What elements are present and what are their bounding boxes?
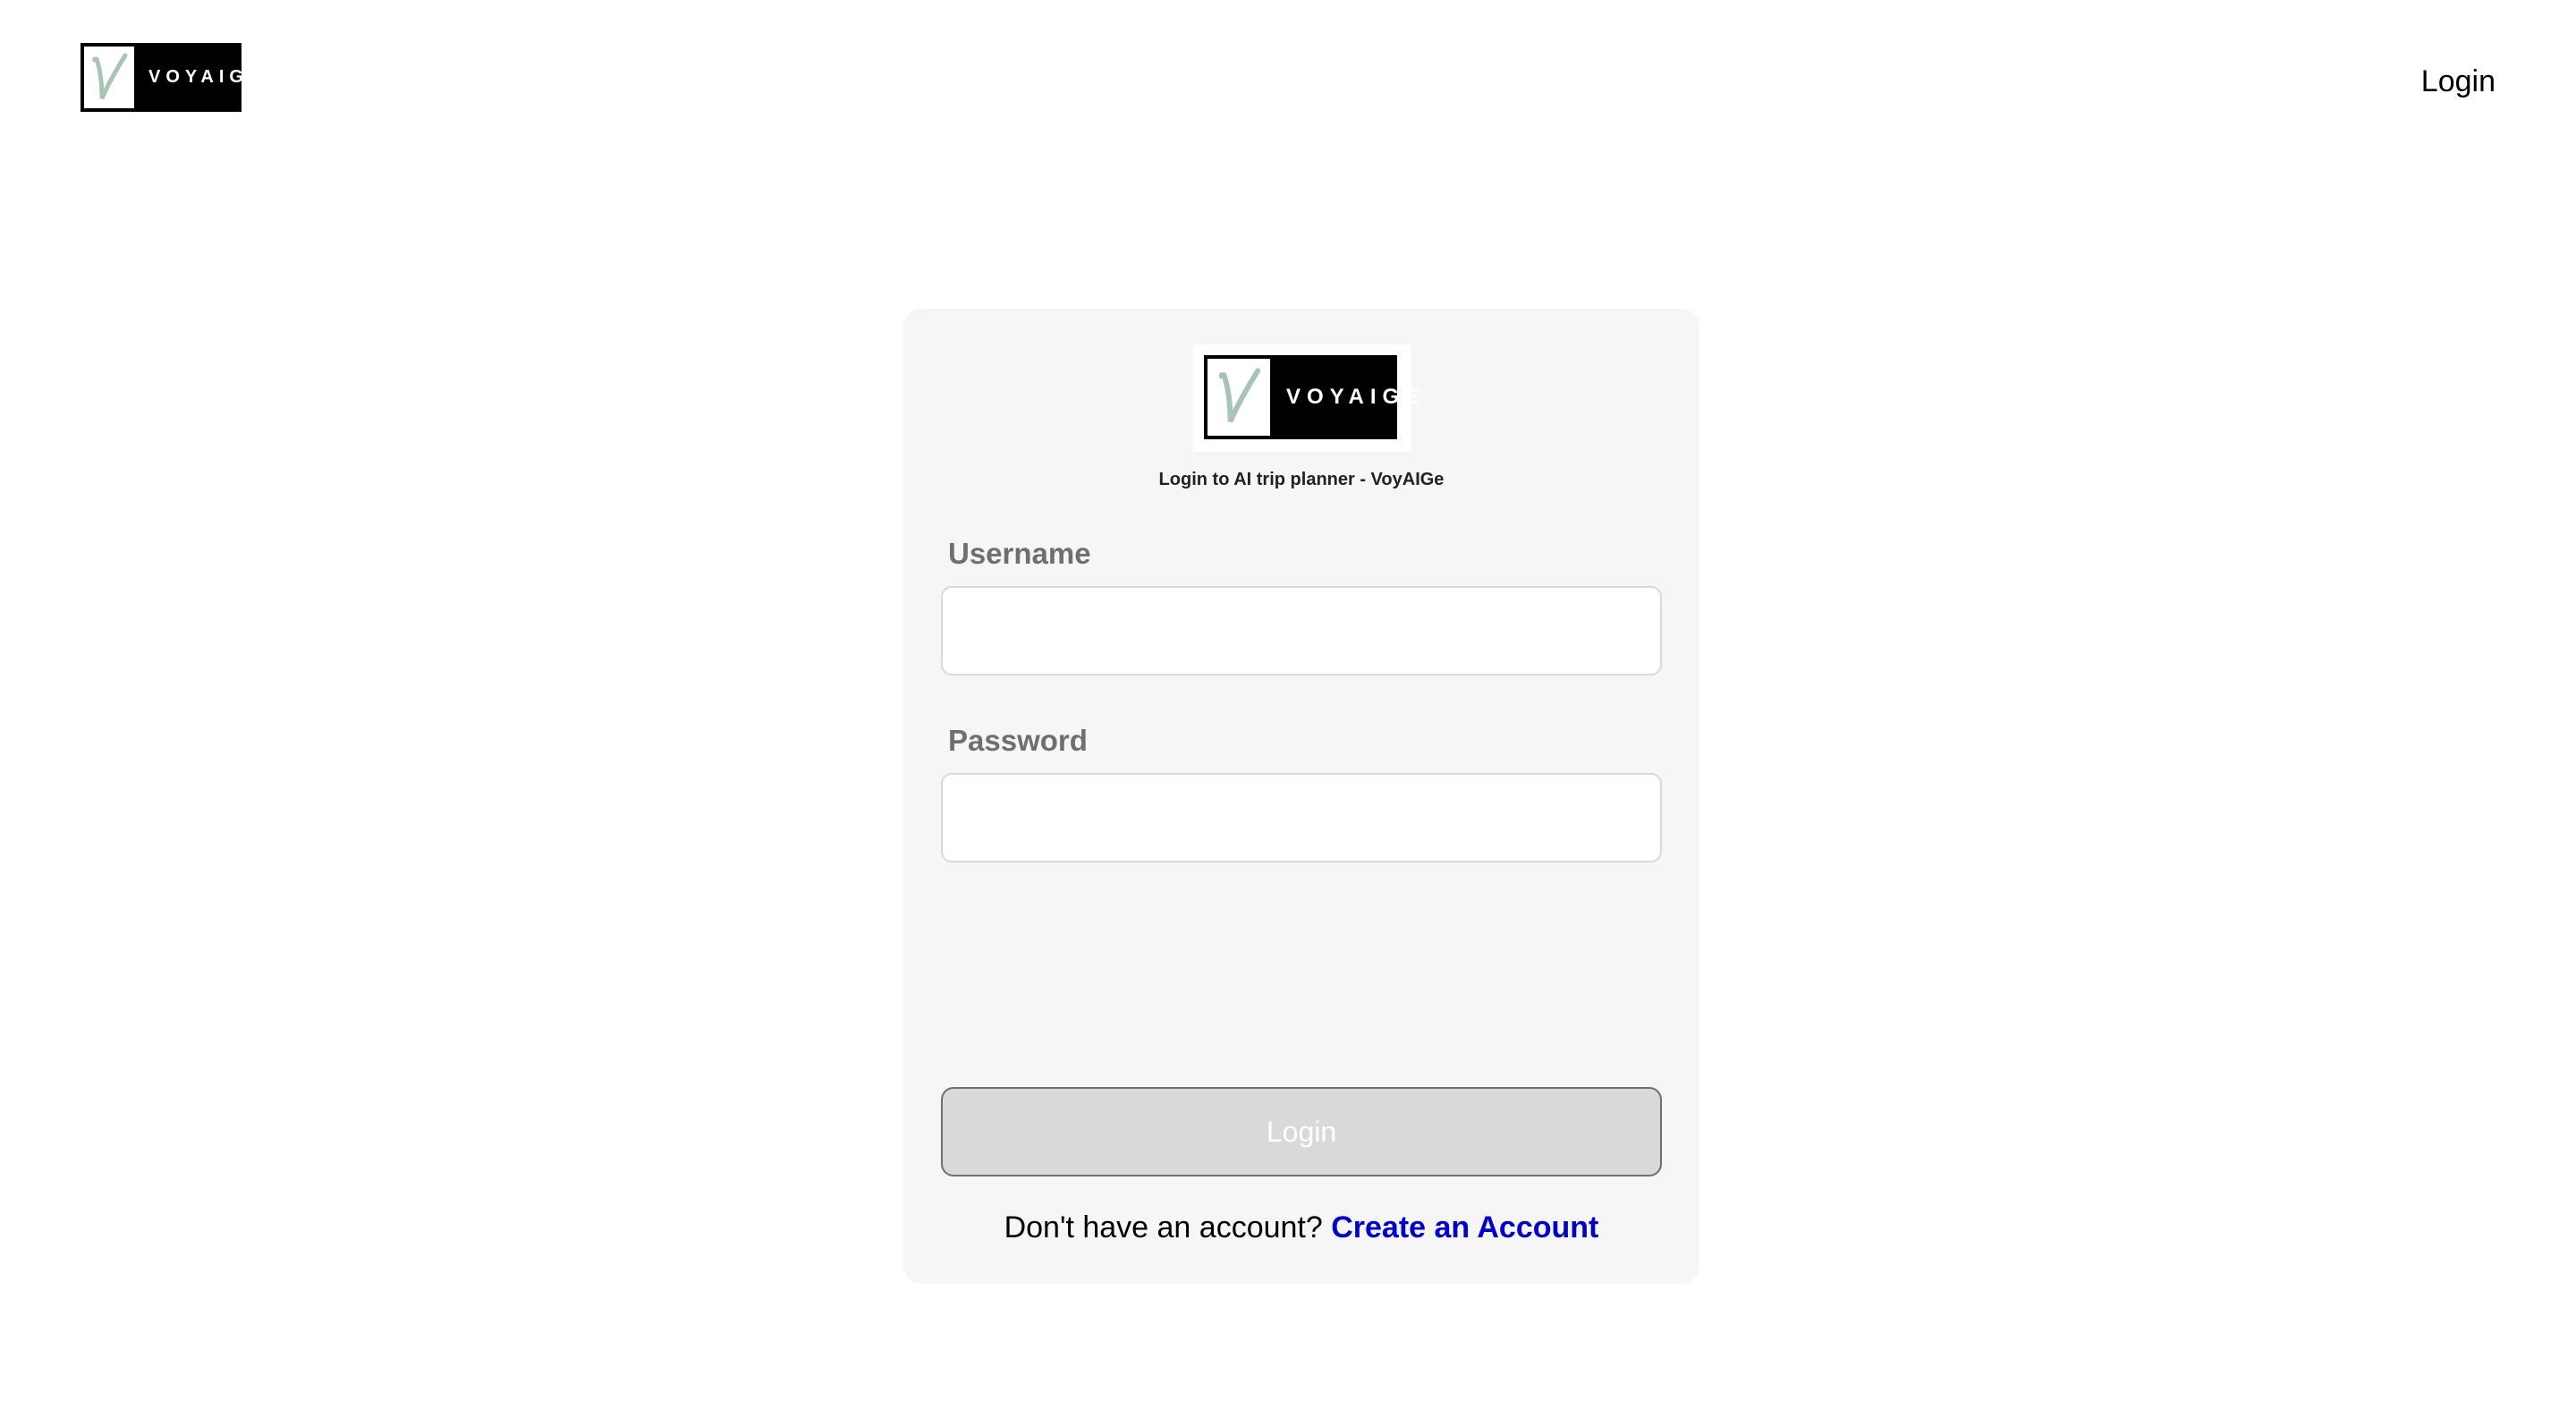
- nav-login-link[interactable]: Login: [2421, 64, 2496, 99]
- card-logo: VOYAIGE: [1204, 355, 1419, 439]
- signup-prompt-text: Don't have an account?: [1004, 1210, 1332, 1244]
- card-subtitle: Login to AI trip planner - VoyAIGe: [1158, 470, 1445, 489]
- script-v-logo-icon: [80, 43, 138, 112]
- password-input[interactable]: [941, 773, 1662, 862]
- login-card: VOYAIGE Login to AI trip planner - VoyAI…: [903, 309, 1699, 1284]
- create-account-link[interactable]: Create an Account: [1331, 1210, 1598, 1244]
- logo-wordmark: VOYAIGE: [138, 43, 260, 112]
- password-label: Password: [948, 724, 1088, 757]
- signup-prompt-line: Don't have an account? Create an Account: [903, 1210, 1699, 1245]
- script-v-logo-icon: [1204, 355, 1274, 439]
- login-button[interactable]: Login: [941, 1087, 1662, 1176]
- header-logo[interactable]: VOYAIGE: [80, 43, 260, 112]
- logo-wordmark: VOYAIGE: [1274, 355, 1419, 439]
- card-logo-container: VOYAIGE: [1193, 344, 1419, 452]
- username-label: Username: [948, 537, 1091, 570]
- username-input[interactable]: [941, 586, 1662, 675]
